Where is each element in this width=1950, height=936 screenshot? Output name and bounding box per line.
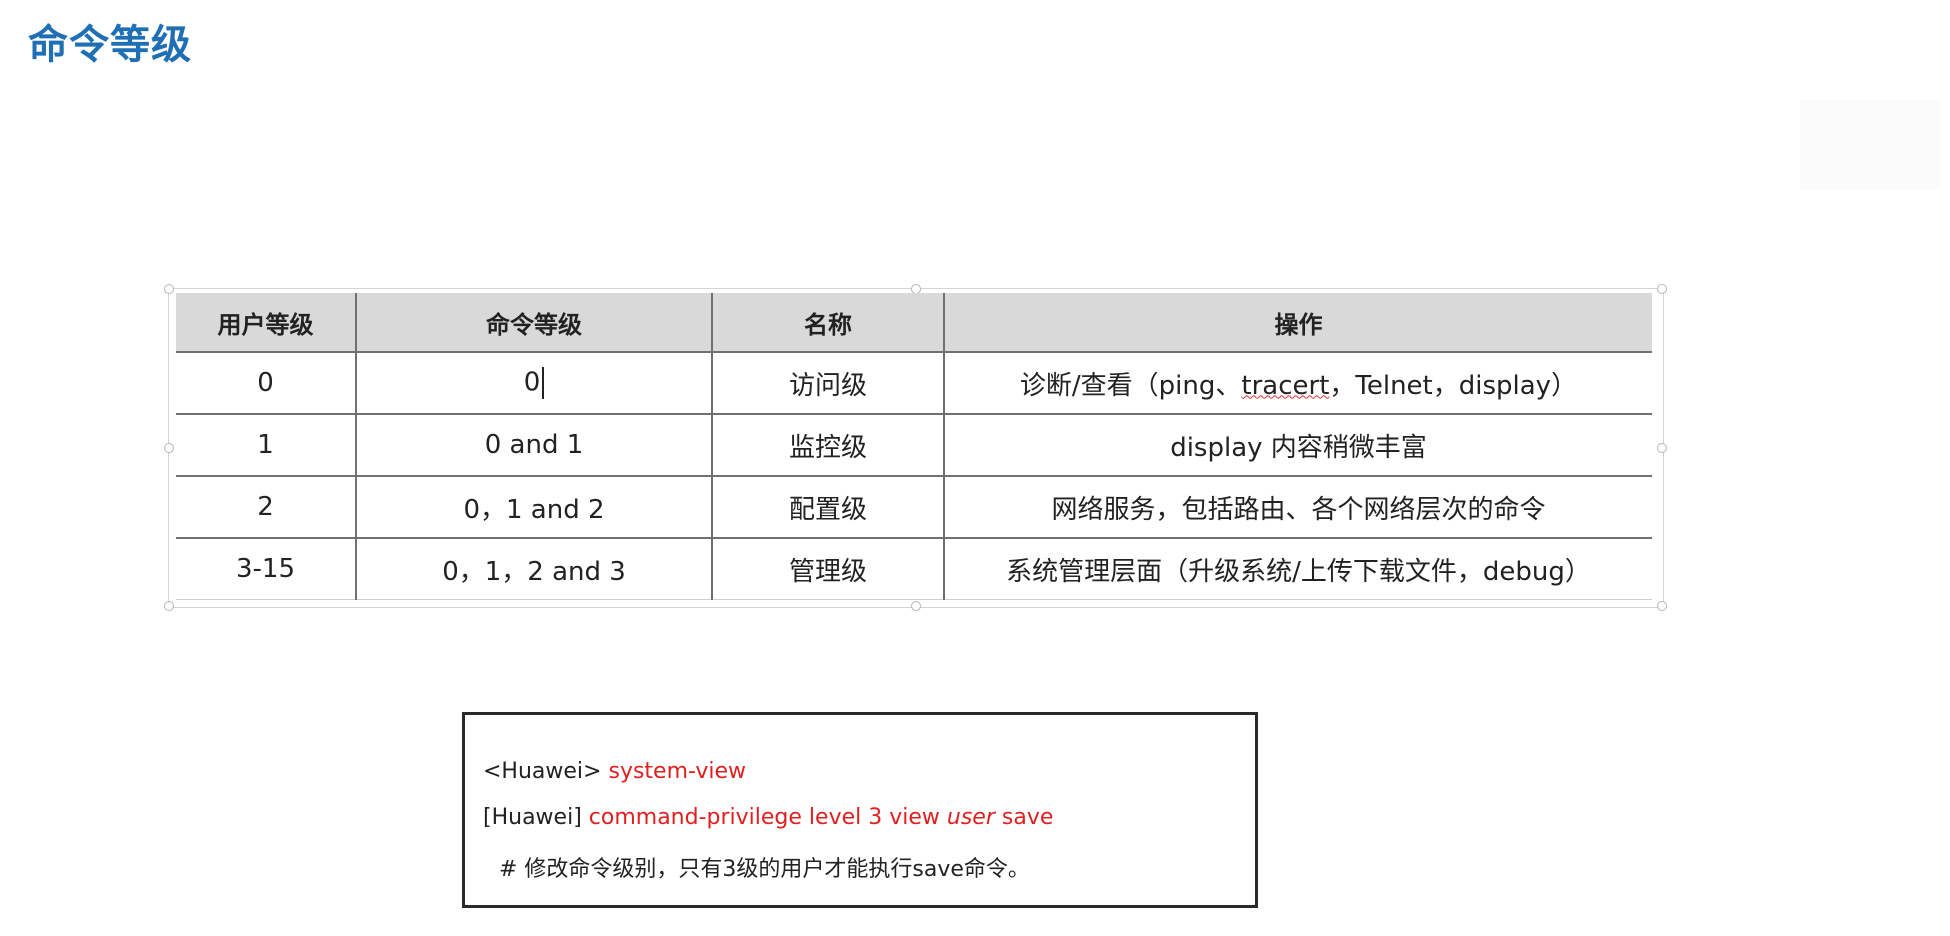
cell-operation[interactable]: 网络服务，包括路由、各个网络层次的命令: [943, 476, 1652, 539]
resize-handle-top-right[interactable]: [1657, 284, 1667, 294]
cell-name[interactable]: 监控级: [711, 414, 944, 477]
cli-argument-command: save: [1001, 805, 1054, 830]
spellcheck-word: tracert: [1241, 370, 1330, 401]
cell-user-level[interactable]: 2: [176, 476, 356, 539]
cell-name[interactable]: 管理级: [711, 538, 944, 600]
command-example-box: <Huawei> system-view [Huawei] command-pr…: [462, 712, 1258, 908]
table-row: 3-15 0，1，2 and 3 管理级 系统管理层面（升级系统/上传下载文件，…: [176, 538, 1652, 600]
cell-operation[interactable]: 系统管理层面（升级系统/上传下载文件，debug）: [943, 538, 1652, 600]
cell-operation[interactable]: display 内容稍微丰富: [943, 414, 1652, 477]
command-line-2: [Huawei] command-privilege level 3 view …: [483, 805, 1053, 830]
command-comment: # 修改命令级别，只有3级的用户才能执行save命令。: [499, 857, 1030, 882]
cell-command-level[interactable]: 0，1 and 2: [355, 476, 712, 539]
cli-argument-view: user: [946, 805, 995, 830]
table-row: 2 0，1 and 2 配置级 网络服务，包括路由、各个网络层次的命令: [176, 476, 1652, 539]
command-level-table[interactable]: 用户等级 命令等级 名称 操作 0 0 访问级 诊断/查看（ping、trace…: [176, 293, 1652, 600]
ghost-shape: [1800, 100, 1940, 190]
cli-prompt-system-view: [Huawei]: [483, 805, 582, 830]
resize-handle-middle-left[interactable]: [164, 443, 174, 453]
header-name[interactable]: 名称: [711, 293, 944, 353]
slide-title: 命令等级: [28, 22, 192, 68]
cli-command-privilege: command-privilege level 3 view: [588, 805, 940, 830]
cell-name[interactable]: 配置级: [711, 476, 944, 539]
cell-user-level[interactable]: 3-15: [176, 538, 356, 600]
header-command-level[interactable]: 命令等级: [355, 293, 712, 353]
header-operation[interactable]: 操作: [943, 293, 1652, 353]
cell-user-level[interactable]: 0: [176, 352, 356, 415]
cli-command-system-view: system-view: [608, 759, 747, 784]
command-level-table-container: 用户等级 命令等级 名称 操作 0 0 访问级 诊断/查看（ping、trace…: [176, 293, 1652, 600]
header-user-level[interactable]: 用户等级: [176, 293, 356, 353]
resize-handle-bottom-center[interactable]: [911, 601, 921, 611]
cell-command-level[interactable]: 0 and 1: [355, 414, 712, 477]
operation-text-start: 诊断/查看（ping、: [1019, 370, 1242, 401]
cell-command-level-text: 0: [523, 367, 541, 398]
cell-operation[interactable]: 诊断/查看（ping、tracert，Telnet，display）: [943, 352, 1652, 415]
resize-handle-top-left[interactable]: [164, 284, 174, 294]
resize-handle-bottom-right[interactable]: [1657, 601, 1667, 611]
text-cursor: [542, 367, 545, 399]
cell-name[interactable]: 访问级: [711, 352, 944, 415]
cell-command-level[interactable]: 0，1，2 and 3: [355, 538, 712, 600]
table-header-row: 用户等级 命令等级 名称 操作: [176, 293, 1652, 353]
resize-handle-bottom-left[interactable]: [164, 601, 174, 611]
operation-text-end: ，Telnet，display）: [1329, 370, 1578, 401]
command-line-1: <Huawei> system-view: [483, 759, 746, 784]
table-row: 1 0 and 1 监控级 display 内容稍微丰富: [176, 414, 1652, 477]
cell-user-level[interactable]: 1: [176, 414, 356, 477]
resize-handle-middle-right[interactable]: [1657, 443, 1667, 453]
cell-command-level[interactable]: 0: [355, 352, 712, 415]
table-row: 0 0 访问级 诊断/查看（ping、tracert，Telnet，displa…: [176, 352, 1652, 415]
cli-prompt-user-view: <Huawei>: [483, 759, 602, 784]
